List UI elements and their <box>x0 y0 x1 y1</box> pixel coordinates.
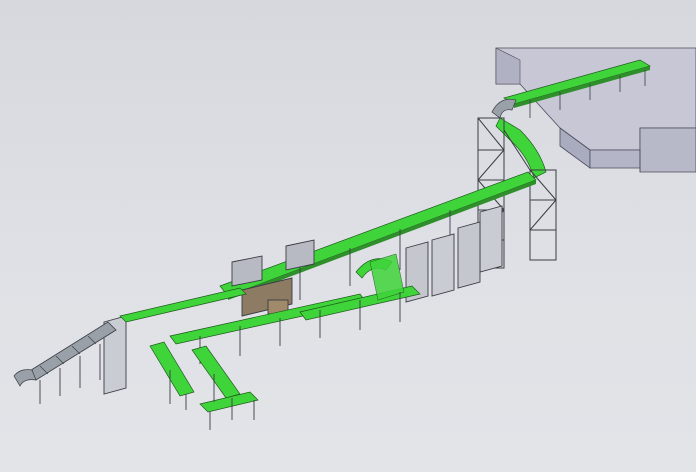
branch-conveyors <box>149 341 259 430</box>
building-front-far <box>639 127 696 173</box>
building-front-right <box>589 149 641 169</box>
cad-viewport[interactable] <box>0 0 696 472</box>
conveyor-system-drawing <box>13 47 696 430</box>
lower-left-incline <box>13 321 117 404</box>
curved-belt-tower <box>491 98 547 179</box>
